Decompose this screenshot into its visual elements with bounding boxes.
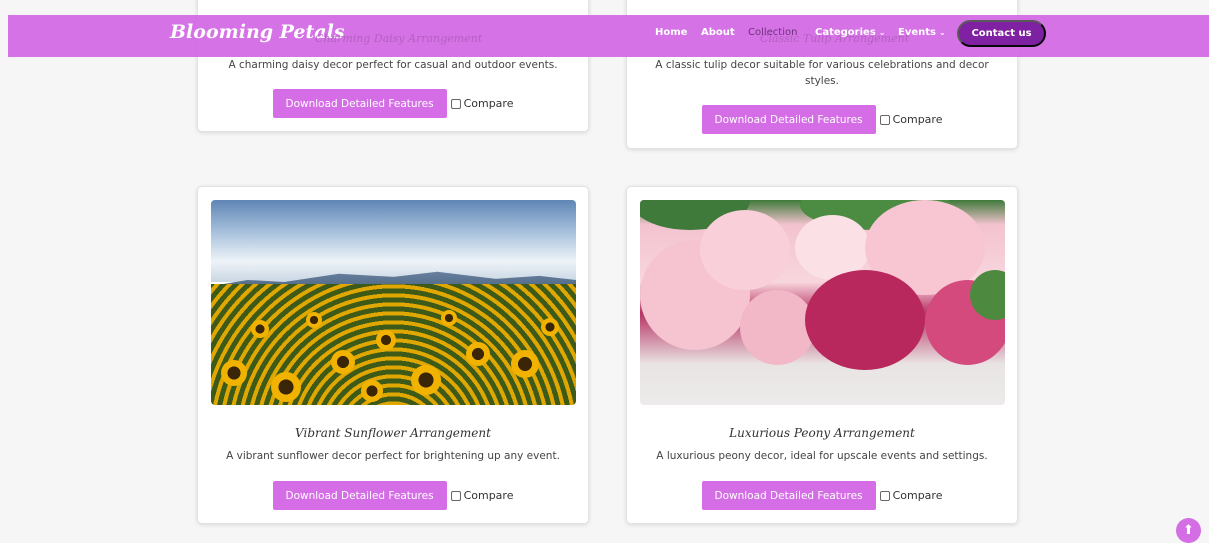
page: A charming daisy decor perfect for casua…: [8, 0, 1208, 543]
compare-label: Compare: [463, 489, 514, 502]
card-sunflower: Vibrant Sunflower Arrangement A vibrant …: [197, 186, 589, 524]
download-features-button[interactable]: Download Detailed Features: [272, 481, 447, 510]
checkbox-icon[interactable]: [450, 98, 461, 109]
card-title: Luxurious Peony Arrangement: [729, 426, 915, 440]
checkbox-icon[interactable]: [879, 114, 890, 125]
card-actions: Download Detailed Features Compare: [627, 481, 1017, 510]
card-description: A vibrant sunflower decor perfect for br…: [226, 450, 560, 462]
nav-categories[interactable]: Categories ⌄: [815, 27, 885, 38]
compare-checkbox[interactable]: Compare: [450, 97, 514, 110]
card-description: A charming daisy decor perfect for casua…: [228, 59, 558, 71]
nav-about[interactable]: About: [701, 27, 735, 38]
compare-label: Compare: [892, 489, 943, 502]
nav-collection[interactable]: Collection: [748, 27, 797, 38]
download-features-button[interactable]: Download Detailed Features: [701, 105, 876, 134]
compare-checkbox[interactable]: Compare: [450, 489, 514, 502]
card-actions: Download Detailed Features Compare: [198, 481, 588, 510]
download-features-button[interactable]: Download Detailed Features: [272, 89, 447, 118]
compare-checkbox[interactable]: Compare: [879, 489, 943, 502]
compare-label: Compare: [892, 113, 943, 126]
navbar: Blooming Petals Charming Daisy Arrangeme…: [8, 15, 1209, 57]
checkbox-icon[interactable]: [879, 490, 890, 501]
chevron-down-icon: ⌄: [938, 28, 946, 37]
download-features-button[interactable]: Download Detailed Features: [701, 481, 876, 510]
card-peony: Luxurious Peony Arrangement A luxurious …: [626, 186, 1018, 524]
compare-label: Compare: [463, 97, 514, 110]
card-title: Vibrant Sunflower Arrangement: [295, 426, 491, 440]
sunflower-image: [211, 200, 576, 405]
scroll-to-top-button[interactable]: ⬆: [1176, 518, 1201, 543]
arrow-up-circle-icon: ⬆: [1183, 523, 1194, 538]
card-title-behind-navbar: Charming Daisy Arrangement: [315, 32, 483, 45]
nav-home[interactable]: Home: [655, 27, 687, 38]
nav-events-label: Events: [898, 27, 936, 38]
peony-image: [640, 200, 1005, 405]
compare-checkbox[interactable]: Compare: [879, 113, 943, 126]
chevron-down-icon: ⌄: [878, 28, 886, 37]
card-actions: Download Detailed Features Compare: [627, 105, 1017, 134]
card-description: A classic tulip decor suitable for vario…: [655, 59, 989, 87]
contact-button[interactable]: Contact us: [957, 20, 1046, 47]
nav-events[interactable]: Events ⌄: [898, 27, 946, 38]
checkbox-icon[interactable]: [450, 490, 461, 501]
nav-categories-label: Categories: [815, 27, 876, 38]
card-description: A luxurious peony decor, ideal for upsca…: [656, 450, 988, 462]
card-actions: Download Detailed Features Compare: [198, 89, 588, 118]
